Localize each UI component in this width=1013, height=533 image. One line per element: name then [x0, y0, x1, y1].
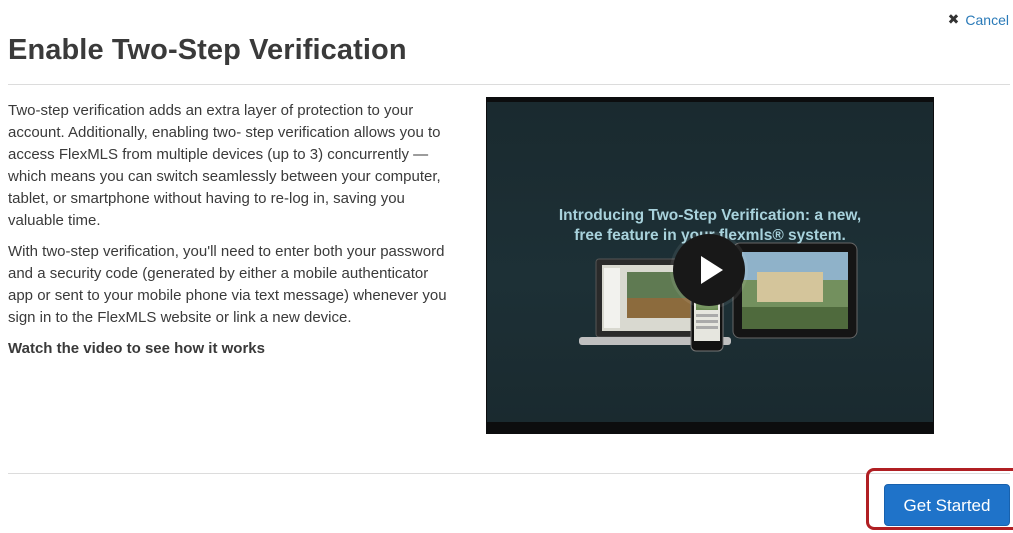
- page-title: Enable Two-Step Verification: [8, 34, 407, 66]
- details-paragraph: With two-step verification, you'll need …: [8, 243, 447, 326]
- description: Two-step verification adds an extra laye…: [8, 100, 454, 369]
- play-button[interactable]: [673, 234, 745, 306]
- header-divider: [8, 84, 1010, 85]
- cancel-label: Cancel: [965, 11, 1009, 28]
- video-player[interactable]: Introducing Two-Step Verification: a new…: [486, 97, 934, 434]
- cancel-link[interactable]: ✖ Cancel: [948, 11, 1009, 28]
- play-icon: [701, 256, 723, 284]
- intro-paragraph: Two-step verification adds an extra laye…: [8, 102, 441, 229]
- video-caption-line-1: Introducing Two-Step Verification: a new…: [558, 207, 862, 224]
- get-started-button[interactable]: Get Started: [884, 484, 1010, 526]
- video-thumbnail: Introducing Two-Step Verification: a new…: [487, 102, 933, 422]
- watch-prompt: Watch the video to see how it works: [8, 340, 265, 357]
- close-icon: ✖: [947, 11, 960, 27]
- footer-divider: [8, 473, 1010, 474]
